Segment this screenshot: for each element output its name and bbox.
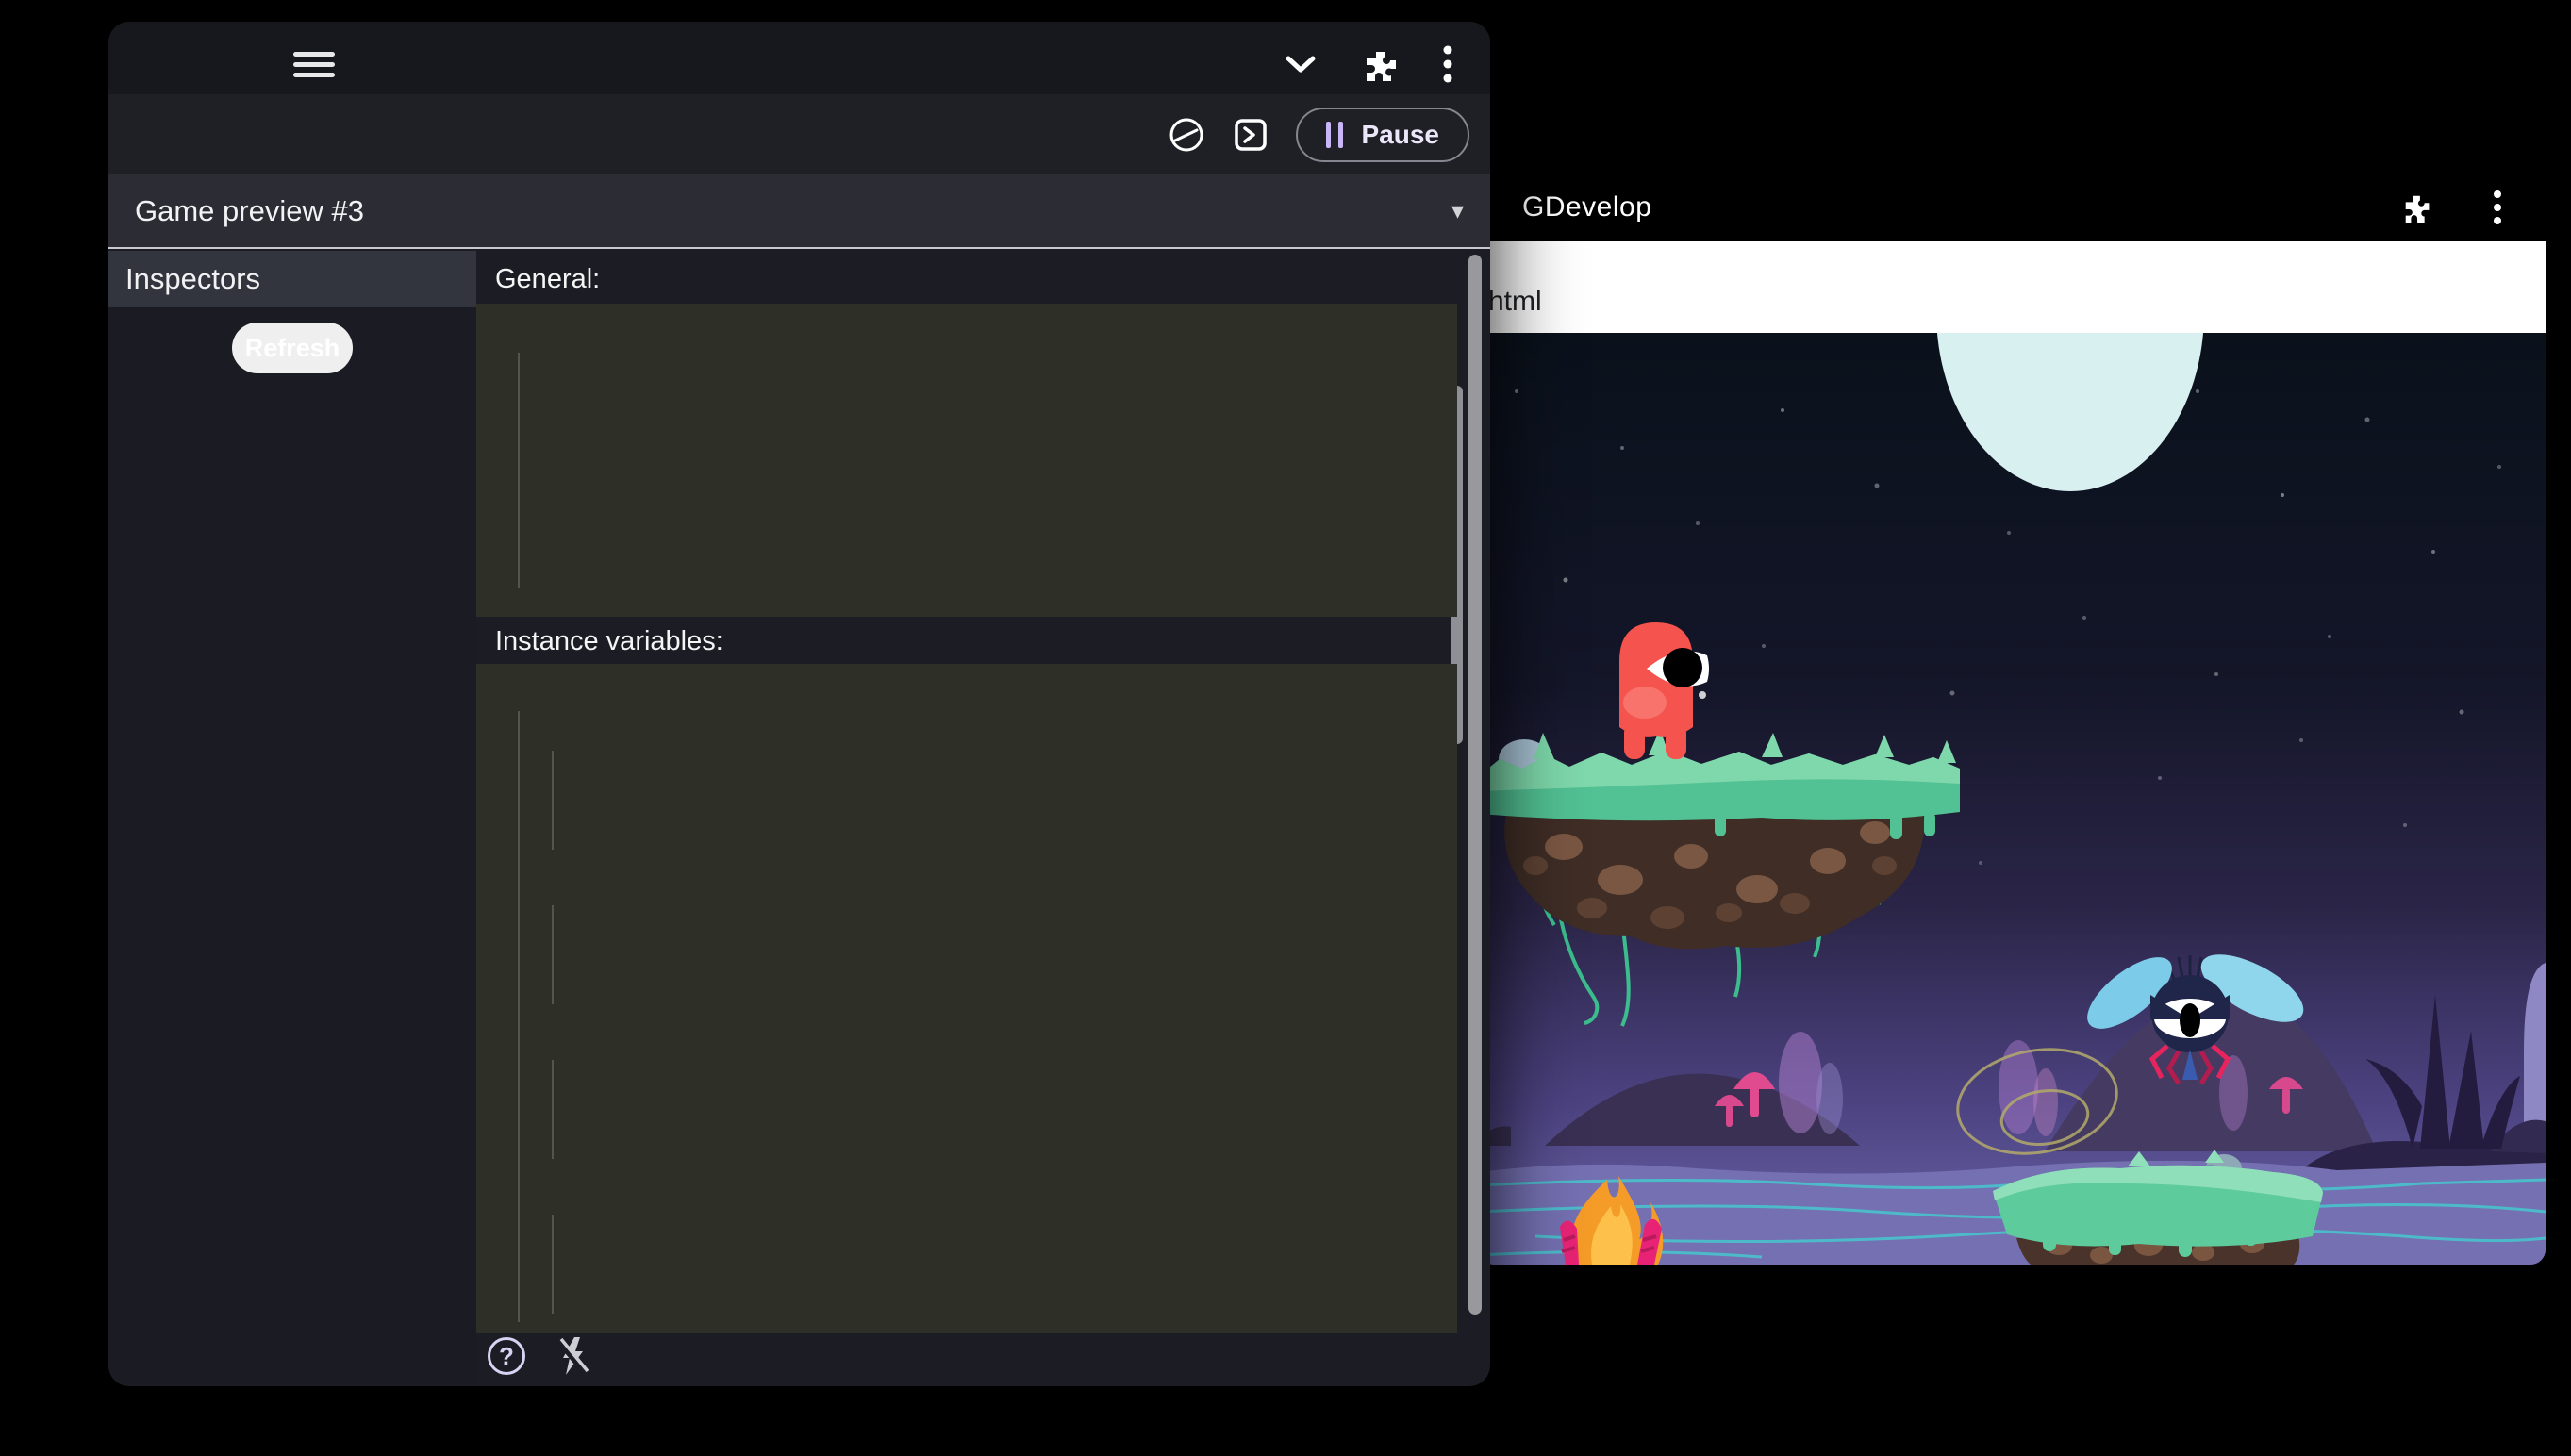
chevron-down-icon[interactable] <box>1285 54 1317 74</box>
game-canvas[interactable] <box>1479 333 2546 1265</box>
inspectors-sidebar: Inspectors Refresh <box>108 251 476 1383</box>
debugger-toolbar: Pause <box>108 94 1490 174</box>
window-chrome <box>108 22 1490 94</box>
general-section-title: General: <box>495 264 601 294</box>
hamburger-menu-icon[interactable] <box>293 52 335 77</box>
menu-kebab-icon[interactable] <box>1443 44 1452 84</box>
preview-title: Game preview #3 <box>135 193 364 227</box>
performance-gauge-icon[interactable] <box>1168 116 1205 154</box>
minimize-window-button[interactable] <box>188 54 208 74</box>
game-window-title: GDevelop <box>1522 190 1652 223</box>
game-window-titlebar: GDevelop <box>1479 173 2546 241</box>
url-text: html <box>1488 286 1542 317</box>
debugger-footer: ? <box>488 1326 591 1386</box>
pause-icon <box>1325 121 1343 148</box>
inspector-detail: General: Instance variables: <box>476 251 1490 1386</box>
sidebar-header: Inspectors <box>108 251 476 307</box>
main-scrollbar[interactable] <box>1468 255 1482 1315</box>
url-bar[interactable]: html <box>1479 241 2546 333</box>
refresh-button[interactable]: Refresh <box>232 323 353 373</box>
console-icon[interactable] <box>1232 116 1269 154</box>
instance-variables-json-panel <box>476 664 1457 1333</box>
help-icon[interactable]: ? <box>488 1337 525 1375</box>
instance-variables-section-title: Instance variables: <box>495 626 723 656</box>
extensions-puzzle-icon[interactable] <box>2400 190 2434 224</box>
close-window-button[interactable] <box>147 54 168 74</box>
game-preview-window: GDevelop html <box>1479 173 2546 1265</box>
general-json-panel <box>476 304 1457 617</box>
extensions-puzzle-icon[interactable] <box>1362 46 1398 82</box>
dropdown-caret-icon: ▾ <box>1451 196 1464 224</box>
debugger-window: Pause Game preview #3 ▾ Inspectors Refre… <box>108 22 1490 1386</box>
flash-off-icon[interactable] <box>554 1335 591 1377</box>
pause-button[interactable]: Pause <box>1295 107 1469 162</box>
preview-selector[interactable]: Game preview #3 ▾ <box>108 174 1490 249</box>
browser-menu-kebab-icon[interactable] <box>2493 189 2502 226</box>
maximize-window-button[interactable] <box>228 54 249 74</box>
